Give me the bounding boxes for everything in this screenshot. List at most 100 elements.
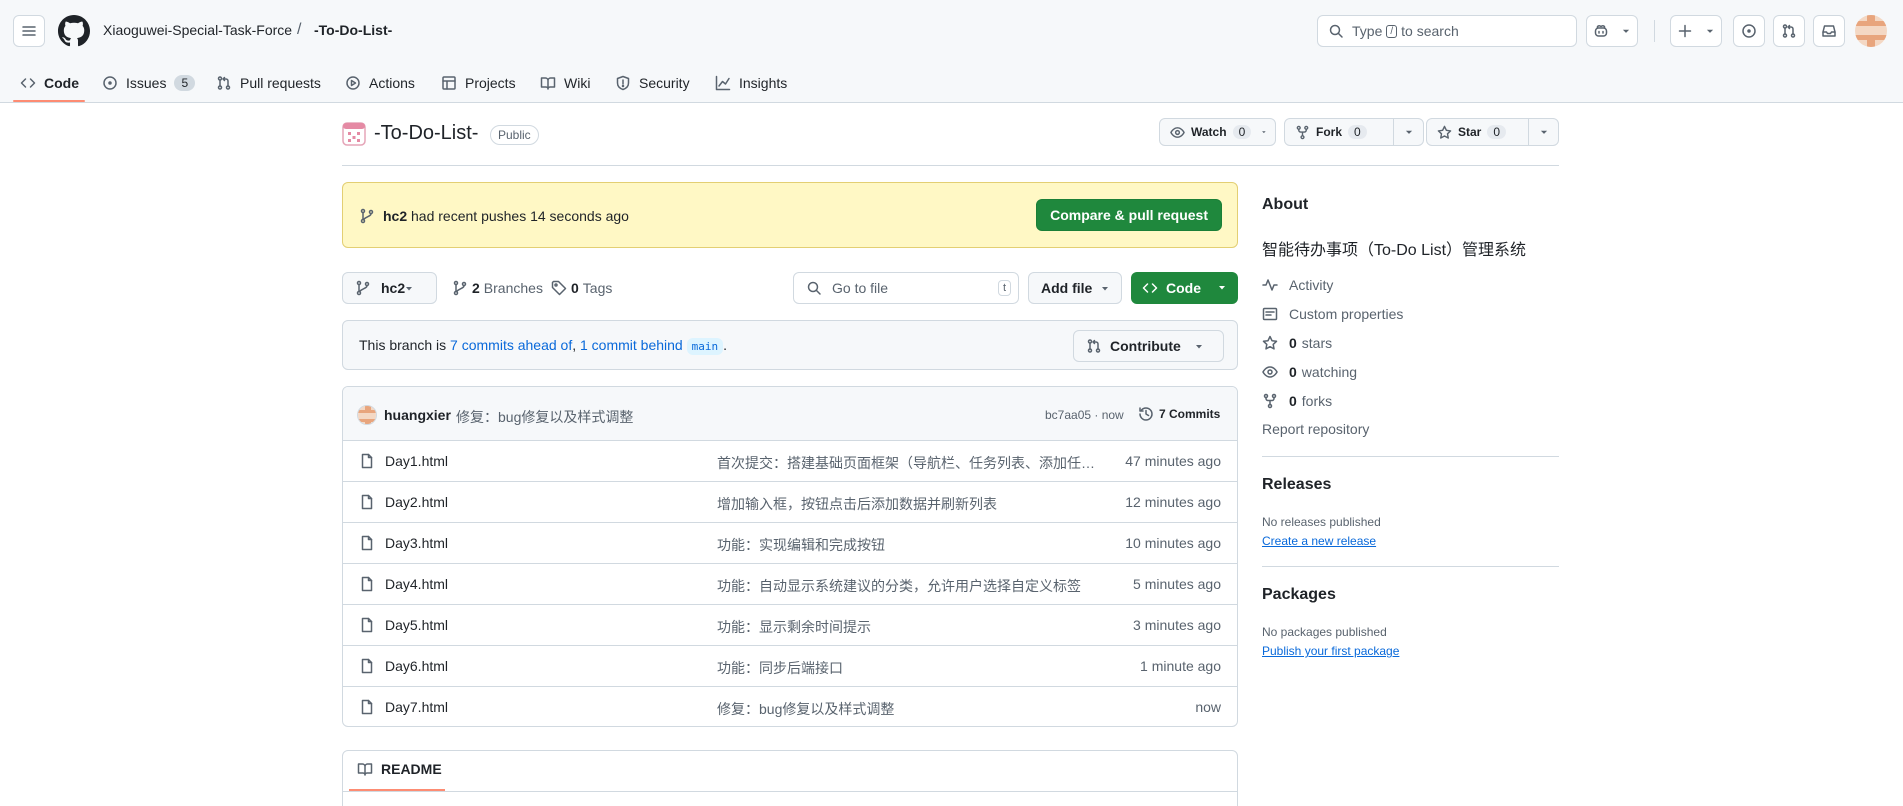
header-divider	[1654, 20, 1655, 42]
watching-link[interactable]: 0 watching	[1262, 364, 1357, 380]
readme-tab[interactable]: README	[357, 761, 442, 777]
file-commit-message[interactable]: 修复：bug修复以及样式调整	[717, 699, 1102, 719]
forks-link[interactable]: 0 forks	[1262, 393, 1332, 409]
contribute-button[interactable]: Contribute	[1073, 330, 1224, 362]
tab-actions[interactable]: Actions	[345, 64, 415, 102]
table-row[interactable]: Day5.html 功能：显示剩余时间提示 3 minutes ago	[343, 605, 1237, 646]
code-button[interactable]: Code	[1131, 272, 1238, 304]
chevron-down-icon	[1219, 286, 1225, 290]
compare-pull-request-button[interactable]: Compare & pull request	[1036, 199, 1222, 231]
watch-button[interactable]: Watch 0	[1159, 118, 1276, 146]
file-icon	[361, 699, 373, 715]
tags-link[interactable]: 0 Tags	[551, 280, 612, 296]
commits-history-link[interactable]: 7 Commits	[1138, 406, 1220, 422]
star-dropdown[interactable]	[1528, 119, 1558, 145]
pushed-branch[interactable]: hc2	[383, 208, 407, 224]
file-commit-message[interactable]: 功能：显示剩余时间提示	[717, 617, 1102, 637]
add-file-button[interactable]: Add file	[1028, 272, 1122, 304]
no-releases-text: No releases published	[1262, 515, 1381, 529]
repo-avatar-icon	[342, 122, 366, 146]
code-icon	[1142, 283, 1158, 293]
github-logo[interactable]	[58, 15, 90, 47]
hamburger-menu-button[interactable]	[13, 15, 45, 47]
copilot-button[interactable]	[1586, 15, 1638, 47]
search-input[interactable]: Type / to search	[1317, 15, 1577, 47]
commit-message[interactable]: 修复：bug修复以及样式调整	[456, 407, 633, 427]
report-repository-link[interactable]: Report repository	[1262, 421, 1369, 437]
fork-button[interactable]: Fork 0	[1284, 118, 1424, 146]
file-icon	[361, 453, 373, 469]
table-row[interactable]: Day1.html 首次提交：搭建基础页面框架（导航栏、任务列表、添加任务按钮） 4…	[343, 441, 1237, 482]
your-issues-button[interactable]	[1733, 15, 1765, 47]
star-count: 0	[1487, 125, 1507, 139]
file-name[interactable]: Day4.html	[385, 576, 448, 592]
table-row[interactable]: Day2.html 增加输入框，按钮点击后添加数据并刷新列表 12 minutes …	[343, 482, 1237, 523]
branch-selector[interactable]: hc2	[342, 272, 437, 304]
packages-heading[interactable]: Packages	[1262, 586, 1336, 604]
file-commit-message[interactable]: 功能：同步后端接口	[717, 658, 1102, 678]
search-icon	[807, 281, 821, 295]
file-commit-message[interactable]: 增加输入框，按钮点击后添加数据并刷新列表	[717, 494, 1102, 514]
readme-panel: README	[342, 750, 1238, 806]
repo-title[interactable]: -To-Do-List-	[374, 122, 478, 145]
your-pull-requests-button[interactable]	[1773, 15, 1805, 47]
tags-count: 0	[571, 280, 579, 296]
readme-label: README	[381, 761, 442, 777]
file-name[interactable]: Day3.html	[385, 535, 448, 551]
file-name[interactable]: Day6.html	[385, 658, 448, 674]
publish-package-link[interactable]: Publish your first package	[1262, 644, 1399, 658]
commit-author[interactable]: huangxier	[384, 407, 451, 423]
tab-projects[interactable]: Projects	[441, 64, 516, 102]
activity-link[interactable]: Activity	[1262, 277, 1333, 293]
table-row[interactable]: Day6.html 功能：同步后端接口 1 minute ago	[343, 646, 1237, 687]
file-name[interactable]: Day1.html	[385, 453, 448, 469]
file-commit-message[interactable]: 功能：自动显示系统建议的分类，允许用户选择自定义标签	[717, 576, 1102, 596]
user-avatar[interactable]	[1855, 15, 1887, 47]
global-header: Xiaoguwei-Special-Task-Force / -To-Do-Li…	[0, 0, 1903, 103]
repo-link[interactable]: -To-Do-List-	[314, 22, 392, 38]
branch-icon	[356, 280, 370, 296]
file-name[interactable]: Day2.html	[385, 494, 448, 510]
base-branch-label[interactable]: main	[686, 338, 724, 355]
file-name[interactable]: Day7.html	[385, 699, 448, 715]
branches-link[interactable]: 2 Branches	[452, 280, 543, 296]
file-commit-message[interactable]: 首次提交：搭建基础页面框架（导航栏、任务列表、添加任务按钮）	[717, 453, 1102, 473]
file-commit-message[interactable]: 功能：实现编辑和完成按钮	[717, 535, 1102, 555]
inbox-button[interactable]	[1813, 15, 1845, 47]
tab-wiki[interactable]: Wiki	[540, 64, 590, 102]
go-to-file-input[interactable]: Go to file t	[793, 272, 1019, 304]
fork-dropdown[interactable]	[1393, 119, 1423, 145]
owner-link[interactable]: Xiaoguwei-Special-Task-Force	[103, 22, 292, 38]
tab-code[interactable]: Code	[20, 64, 79, 102]
table-row[interactable]: Day3.html 功能：实现编辑和完成按钮 10 minutes ago	[343, 523, 1237, 564]
star-icon	[1262, 335, 1278, 350]
file-name[interactable]: Day5.html	[385, 617, 448, 633]
table-row[interactable]: Day4.html 功能：自动显示系统建议的分类，允许用户选择自定义标签 5 min…	[343, 564, 1237, 605]
forks-count: 0	[1289, 393, 1297, 409]
book-icon	[357, 763, 373, 776]
commits-behind-link[interactable]: 1 commit behind	[580, 337, 683, 353]
tab-security[interactable]: Security	[615, 64, 690, 102]
go-to-file-placeholder: Go to file	[832, 280, 889, 296]
issue-icon	[1742, 24, 1756, 38]
commits-ahead-link[interactable]: 7 commits ahead of	[450, 337, 572, 353]
releases-heading[interactable]: Releases	[1262, 476, 1331, 494]
custom-properties-link[interactable]: Custom properties	[1262, 306, 1403, 322]
avatar[interactable]	[357, 405, 377, 425]
stars-link[interactable]: 0 stars	[1262, 335, 1332, 351]
pull-request-icon	[1782, 24, 1796, 38]
table-row[interactable]: Day7.html 修复：bug修复以及样式调整 now	[343, 687, 1237, 726]
tab-pull-requests[interactable]: Pull requests	[216, 64, 321, 102]
commit-hash[interactable]: bc7aa05 · now	[1045, 408, 1124, 422]
repo-description: 智能待办事项（To-Do List）管理系统	[1262, 242, 1527, 259]
create-release-link[interactable]: Create a new release	[1262, 534, 1376, 548]
code-label: Code	[1166, 280, 1201, 296]
create-new-button[interactable]	[1670, 15, 1722, 47]
watching-count: 0	[1289, 364, 1297, 380]
tab-issues[interactable]: Issues 5	[102, 64, 196, 102]
star-button[interactable]: Star 0	[1426, 118, 1559, 146]
divider	[342, 165, 1559, 166]
branches-label: Branches	[483, 280, 543, 296]
branch-icon	[360, 208, 374, 224]
tab-insights[interactable]: Insights	[715, 64, 787, 102]
